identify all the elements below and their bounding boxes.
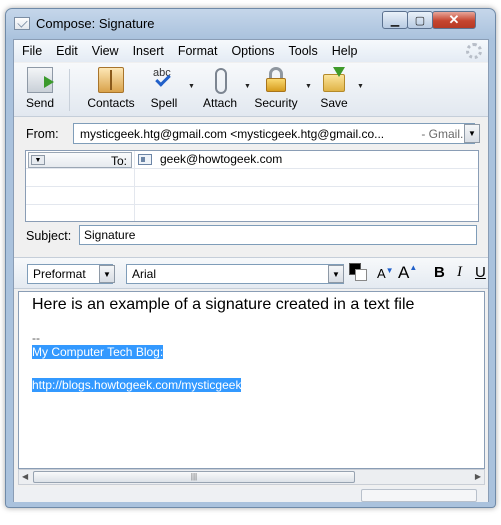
scroll-left-icon[interactable]: ◀ bbox=[22, 472, 28, 481]
toolbar-separator bbox=[69, 69, 70, 111]
bold-button[interactable]: B bbox=[434, 264, 445, 281]
title-bar[interactable]: Compose: Signature ▁ ▢ ✕ bbox=[6, 9, 495, 37]
background-color-swatch bbox=[355, 269, 367, 281]
window-title: Compose: Signature bbox=[36, 16, 155, 31]
save-folder-icon bbox=[321, 67, 347, 93]
maximize-icon: ▢ bbox=[414, 14, 426, 27]
minimize-button[interactable]: ▁ bbox=[382, 11, 408, 29]
menu-help[interactable]: Help bbox=[332, 44, 358, 58]
contacts-button[interactable]: Contacts bbox=[84, 67, 138, 113]
recipient-address-field[interactable]: geek@howtogeek.com bbox=[138, 152, 282, 166]
horizontal-scrollbar[interactable]: ◀ ||| ▶ bbox=[18, 469, 485, 485]
recipient-type-label: To: bbox=[110, 154, 127, 168]
recipient-row-empty[interactable] bbox=[26, 187, 478, 205]
lock-body bbox=[266, 78, 286, 92]
attach-label: Attach bbox=[202, 96, 238, 110]
grip-icon: ||| bbox=[190, 472, 198, 481]
increase-arrow-icon: ▲ bbox=[409, 263, 418, 272]
menu-format[interactable]: Format bbox=[178, 44, 218, 58]
save-label: Save bbox=[320, 96, 348, 110]
recipient-row: ▼ To: geek@howtogeek.com bbox=[26, 151, 478, 169]
save-dropdown-arrow-icon[interactable]: ▼ bbox=[357, 83, 364, 90]
underline-button[interactable]: U bbox=[475, 264, 486, 281]
spell-dropdown-arrow-icon[interactable]: ▼ bbox=[188, 83, 195, 90]
signature-line-2: http://blogs.howtogeek.com/mysticgeek bbox=[32, 378, 242, 392]
menu-edit[interactable]: Edit bbox=[56, 44, 78, 58]
security-label: Security bbox=[254, 96, 298, 110]
spell-button[interactable]: abc Spell bbox=[146, 67, 182, 113]
font-family-dropdown[interactable]: ▼ bbox=[328, 265, 344, 283]
lock-icon bbox=[263, 67, 289, 93]
security-dropdown-arrow-icon[interactable]: ▼ bbox=[305, 83, 312, 90]
compose-app-icon bbox=[14, 17, 30, 30]
paragraph-format-dropdown[interactable]: ▼ bbox=[99, 265, 115, 283]
paragraph-format-value: Preformat bbox=[33, 267, 86, 281]
from-select[interactable]: mysticgeek.htg@gmail.com <mysticgeek.htg… bbox=[73, 123, 475, 144]
attach-button[interactable]: Attach bbox=[200, 67, 240, 113]
activity-throbber-icon bbox=[466, 43, 482, 59]
message-body-editor[interactable]: Here is an example of a signature create… bbox=[18, 291, 485, 469]
close-icon: ✕ bbox=[448, 12, 460, 27]
subject-input[interactable]: Signature bbox=[79, 225, 477, 245]
maximize-button[interactable]: ▢ bbox=[407, 11, 433, 29]
signature-line-1: My Computer Tech Blog: bbox=[32, 345, 164, 359]
spell-label: Spell bbox=[150, 96, 178, 110]
recipient-row-empty[interactable] bbox=[26, 169, 478, 187]
menu-insert[interactable]: Insert bbox=[133, 44, 164, 58]
save-button[interactable]: Save bbox=[318, 67, 350, 113]
send-icon bbox=[27, 67, 54, 93]
close-button[interactable]: ✕ bbox=[432, 11, 476, 29]
minimize-icon: ▁ bbox=[390, 14, 400, 27]
scroll-right-icon[interactable]: ▶ bbox=[475, 472, 481, 481]
recipient-row-empty[interactable] bbox=[26, 205, 478, 223]
from-account-name: - Gmail... bbox=[417, 126, 470, 141]
menu-view[interactable]: View bbox=[92, 44, 119, 58]
window-client-area: File Edit View Insert Format Options Too… bbox=[13, 39, 489, 502]
compose-window: Compose: Signature ▁ ▢ ✕ File Edit View … bbox=[5, 8, 496, 508]
chevron-down-icon: ▼ bbox=[468, 129, 476, 138]
decrease-font-size-button[interactable]: A▼ bbox=[377, 266, 394, 281]
chevron-down-icon: ▼ bbox=[332, 269, 340, 279]
scrollbar-thumb[interactable]: ||| bbox=[33, 471, 355, 483]
paperclip-icon bbox=[207, 67, 233, 94]
contact-card-icon bbox=[138, 153, 152, 165]
from-label: From: bbox=[26, 127, 59, 141]
italic-button[interactable]: I bbox=[457, 264, 462, 281]
body-text: Here is an example of a signature create… bbox=[32, 296, 415, 313]
status-bar bbox=[14, 487, 488, 502]
save-arrow bbox=[333, 67, 345, 77]
recipient-address: geek@howtogeek.com bbox=[160, 152, 283, 166]
from-dropdown-button[interactable]: ▼ bbox=[464, 124, 480, 143]
send-button[interactable]: Send bbox=[22, 67, 58, 113]
font-family-select[interactable]: Arial bbox=[126, 264, 344, 284]
chevron-down-icon: ▼ bbox=[103, 269, 111, 279]
spellcheck-icon: abc bbox=[151, 67, 177, 93]
subject-label: Subject: bbox=[26, 229, 72, 243]
menu-options[interactable]: Options bbox=[231, 44, 274, 58]
menu-tools[interactable]: Tools bbox=[289, 44, 318, 58]
increase-font-size-button[interactable]: A▲ bbox=[398, 263, 417, 283]
recipient-type-select[interactable]: ▼ To: bbox=[28, 152, 132, 168]
contacts-label: Contacts bbox=[87, 96, 135, 110]
text-color-picker[interactable] bbox=[349, 263, 369, 283]
security-button[interactable]: Security bbox=[252, 67, 300, 113]
menu-bar: File Edit View Insert Format Options Too… bbox=[14, 40, 488, 62]
attach-dropdown-arrow-icon[interactable]: ▼ bbox=[244, 83, 251, 90]
address-book-icon bbox=[98, 67, 124, 93]
signature-separator: -- bbox=[32, 331, 40, 345]
decrease-arrow-icon: ▼ bbox=[385, 266, 394, 275]
send-label: Send bbox=[25, 96, 55, 110]
from-address: mysticgeek.htg@gmail.com <mysticgeek.htg… bbox=[80, 126, 385, 141]
recipient-list: ▼ To: geek@howtogeek.com bbox=[25, 150, 479, 222]
menu-file[interactable]: File bbox=[22, 44, 42, 58]
format-toolbar: Preformat ▼ Arial ▼ A▼ A▲ B I U bbox=[14, 257, 488, 289]
recipient-type-dropdown-icon: ▼ bbox=[31, 155, 45, 165]
font-family-value: Arial bbox=[132, 267, 157, 281]
compose-toolbar: Send Contacts abc Spell ▼ Attach ▼ Secur… bbox=[14, 63, 488, 117]
status-progress-panel bbox=[361, 489, 477, 502]
